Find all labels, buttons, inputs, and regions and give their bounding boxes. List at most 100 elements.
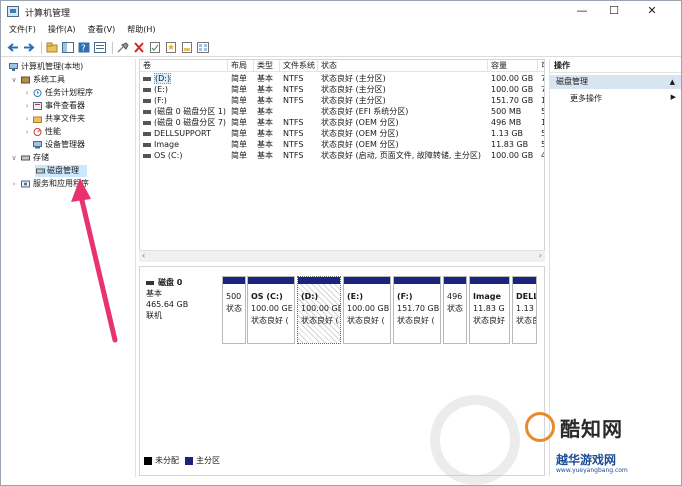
up-folder-icon[interactable]	[46, 42, 58, 53]
partition-size: 1.13 (	[516, 304, 536, 313]
partition-block[interactable]: OS (C:) 100.00 GE 状态良好 (	[247, 276, 295, 344]
partition-status: 状态良好 (	[397, 316, 435, 325]
column-free[interactable]: 可	[538, 60, 544, 72]
system-tools-icon	[21, 76, 30, 84]
shared-folder-icon	[33, 115, 42, 123]
actions-disk-management[interactable]: 磁盘管理 ▲	[550, 75, 681, 89]
partition-status: 状态良好 (	[347, 316, 385, 325]
partition-block[interactable]: DELL 1.13 (状态良	[512, 276, 537, 344]
forward-arrow-icon[interactable]	[23, 42, 35, 53]
disk-0-label[interactable]: 磁盘 0 基本 465.64 GB 联机	[146, 277, 218, 321]
partition-type-bar	[223, 277, 245, 284]
tree-label: 共享文件夹	[45, 114, 85, 123]
legend-primary: 主分区	[196, 456, 220, 465]
column-file-system[interactable]: 文件系统	[280, 60, 318, 72]
volume-name: (F:)	[154, 96, 167, 105]
partition-block[interactable]: (F:) 151.70 GB 状态良好 (	[393, 276, 441, 344]
chevron-right-icon[interactable]: ›	[23, 87, 31, 99]
event-viewer-icon	[33, 102, 42, 110]
column-capacity[interactable]: 容量	[488, 60, 538, 72]
disk-name: 磁盘 0	[158, 278, 183, 287]
menu-file[interactable]: 文件(F)	[9, 23, 36, 39]
tree-item-disk-management[interactable]: 磁盘管理	[35, 165, 87, 177]
chevron-down-icon[interactable]: ∨	[10, 152, 18, 164]
tree-item-performance[interactable]: › 性能	[7, 126, 133, 138]
volume-icon	[143, 76, 151, 81]
partition-block[interactable]: Image 11.83 G 状态良好	[469, 276, 510, 344]
open-document-icon[interactable]	[181, 42, 193, 53]
chevron-right-icon: ▶	[670, 93, 676, 101]
delete-icon[interactable]	[133, 42, 145, 53]
connect-icon[interactable]	[117, 42, 129, 53]
volume-icon	[143, 98, 151, 103]
volume-list: 卷 布局 类型 文件系统 状态 容量 可 (D:)简单基本NTFS状态良好 (主…	[139, 59, 545, 262]
tree-label: 存储	[33, 153, 49, 162]
partition-block[interactable]: (D:) 100.00 GE 状态良好 (	[297, 276, 341, 344]
new-document-icon[interactable]	[165, 42, 177, 53]
tree-item-event-viewer[interactable]: › 事件查看器	[7, 100, 133, 112]
legend: 未分配 主分区	[144, 455, 220, 466]
partition-block[interactable]: 500 状态	[222, 276, 246, 344]
partition-size: 496	[447, 292, 463, 301]
check-document-icon[interactable]	[149, 42, 161, 53]
column-layout[interactable]: 布局	[228, 60, 254, 72]
column-type[interactable]: 类型	[254, 60, 280, 72]
tree-label: 性能	[45, 127, 61, 136]
scroll-left-icon[interactable]: ‹	[142, 251, 145, 260]
chevron-right-icon[interactable]: ›	[23, 100, 31, 112]
tree-item-shared-folders[interactable]: › 共享文件夹	[7, 113, 133, 125]
actions-section-label: 磁盘管理	[556, 77, 588, 86]
volume-row[interactable]: OS (C:) 简单 基本 NTFS 状态良好 (启动, 页面文件, 故障转储, 主分区…	[140, 150, 544, 162]
partition-status: 状态	[226, 304, 242, 313]
chevron-right-icon[interactable]: ›	[23, 126, 31, 138]
partition-block[interactable]: (E:) 100.00 GB 状态良好 (	[343, 276, 391, 344]
maximize-button[interactable]: ☐	[599, 1, 629, 23]
menu-action[interactable]: 操作(A)	[48, 23, 76, 39]
volume-name: (磁盘 0 磁盘分区 7)	[154, 118, 227, 127]
minimize-button[interactable]: —	[567, 1, 597, 23]
tree-label: 系统工具	[33, 75, 65, 84]
tree-item-device-manager[interactable]: 设备管理器	[7, 139, 133, 151]
tree-item-system-tools[interactable]: ∨ 系统工具	[7, 74, 133, 86]
close-button[interactable]: ✕	[637, 1, 667, 23]
view-icon[interactable]	[197, 42, 209, 53]
tree-label: 服务和应用程序	[33, 179, 89, 188]
volume-cell-free: 4	[538, 150, 544, 162]
tree-item-services-applications[interactable]: › 服务和应用程序	[7, 178, 133, 190]
chevron-right-icon[interactable]: ›	[10, 178, 18, 190]
scroll-right-icon[interactable]: ›	[539, 251, 542, 260]
tree-item-task-scheduler[interactable]: › 任务计划程序	[7, 87, 133, 99]
horizontal-scrollbar[interactable]: ‹ ›	[139, 250, 545, 262]
menu-help[interactable]: 帮助(H)	[127, 23, 155, 39]
collapse-up-icon[interactable]: ▲	[670, 75, 675, 89]
disk-management-icon	[36, 167, 45, 175]
partition-block[interactable]: 496 状态	[443, 276, 467, 344]
column-volume[interactable]: 卷	[140, 60, 228, 72]
volume-cell-layout: 简单	[231, 151, 247, 160]
console-tree-icon[interactable]	[62, 42, 74, 53]
tree-item-computer-management[interactable]: 计算机管理(本地)	[7, 61, 133, 73]
console-tree: 计算机管理(本地) ∨ 系统工具 › 任务计划程序 › 事件查看器 › 共享文件…	[5, 59, 136, 477]
volume-icon	[143, 131, 151, 136]
partition-type-bar	[248, 277, 294, 284]
brand-logo-icon	[525, 412, 555, 442]
chevron-right-icon[interactable]: ›	[23, 113, 31, 125]
column-status[interactable]: 状态	[318, 60, 488, 72]
tree-label: 任务计划程序	[45, 88, 93, 97]
tree-item-storage[interactable]: ∨ 存储	[7, 152, 133, 164]
back-arrow-icon[interactable]	[7, 42, 19, 53]
legend-swatch-unallocated	[144, 456, 152, 465]
partition-name: (F:)	[397, 292, 413, 301]
computer-management-icon	[7, 6, 19, 17]
partition-type-bar	[513, 277, 536, 284]
menu-view[interactable]: 查看(V)	[88, 23, 116, 39]
svg-text:?: ?	[81, 44, 86, 53]
watermark-ring	[430, 395, 520, 485]
volume-name: (磁盘 0 磁盘分区 1)	[154, 107, 227, 116]
more-actions-link[interactable]: 更多操作 ▶	[570, 93, 676, 104]
chevron-down-icon[interactable]: ∨	[10, 74, 18, 86]
help-icon[interactable]: ?	[78, 42, 90, 54]
properties-icon[interactable]	[94, 42, 106, 53]
partition-size: 100.00 GE	[251, 304, 293, 313]
partition-size: 100.00 GB	[347, 304, 390, 313]
